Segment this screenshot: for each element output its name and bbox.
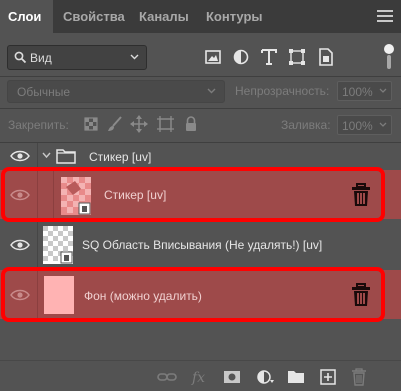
layer-row-group[interactable]: Стикер [uv] — [0, 143, 401, 169]
layers-panel: Слои Свойства Каналы Контуры Вид Обычные… — [0, 0, 401, 391]
chevron-down-icon[interactable] — [42, 152, 51, 159]
tab-layers[interactable]: Слои — [0, 0, 53, 33]
fill-label: Заливка: — [281, 118, 331, 132]
highlight-frame — [1, 167, 385, 222]
search-icon — [14, 51, 27, 64]
opacity-value: 100% — [342, 85, 373, 99]
smart-object-filter-icon[interactable] — [312, 44, 338, 70]
filter-kind-label: Вид — [30, 51, 52, 65]
chevron-down-icon — [207, 88, 216, 94]
delete-layer-icon[interactable] — [348, 367, 370, 387]
layer-name: Стикер [uv] — [89, 150, 152, 164]
panel-tab-bar: Слои Свойства Каналы Контуры — [0, 0, 401, 33]
folder-icon — [56, 149, 76, 164]
lock-transparency-icon[interactable] — [80, 113, 102, 135]
visibility-eye-icon[interactable] — [10, 238, 30, 252]
adjustment-layer-icon[interactable] — [253, 367, 275, 387]
chevron-down-icon — [130, 54, 139, 60]
opacity-label: Непрозрачность: — [235, 84, 330, 98]
tab-channels[interactable]: Каналы — [139, 0, 201, 33]
shape-filter-icon[interactable] — [284, 44, 310, 70]
layer-name: SQ Область Вписывания (Не удалять!) [uv] — [82, 238, 323, 252]
fill-input[interactable]: 100% — [337, 115, 392, 135]
lock-image-icon[interactable] — [104, 113, 126, 135]
fill-value: 100% — [342, 119, 373, 133]
panel-menu-icon[interactable] — [377, 10, 393, 22]
fx-icon[interactable]: fx — [189, 367, 211, 387]
tab-properties[interactable]: Свойства — [63, 0, 145, 33]
divider — [0, 76, 401, 77]
filter-toggle-switch[interactable] — [384, 44, 394, 70]
adjustment-filter-icon[interactable] — [228, 44, 254, 70]
lock-label: Закрепить: — [8, 118, 69, 132]
lock-all-icon[interactable] — [180, 113, 202, 135]
layers-bottom-toolbar: fx — [0, 360, 401, 391]
layer-row-sq-area[interactable]: SQ Область Вписывания (Не удалять!) [uv] — [0, 220, 401, 269]
blend-mode-select[interactable]: Обычные — [7, 80, 225, 103]
lock-artboard-icon[interactable] — [154, 113, 176, 135]
type-filter-icon[interactable] — [256, 44, 282, 70]
image-filter-icon[interactable] — [200, 44, 226, 70]
chevron-down-icon — [379, 88, 387, 93]
visibility-eye-icon[interactable] — [10, 149, 30, 163]
blend-mode-value: Обычные — [17, 85, 71, 99]
highlight-frame — [1, 267, 385, 322]
new-group-icon[interactable] — [285, 367, 307, 387]
svg-text:fx: fx — [191, 370, 205, 386]
new-layer-icon[interactable] — [317, 367, 339, 387]
add-mask-icon[interactable] — [221, 367, 243, 387]
tab-paths[interactable]: Контуры — [206, 0, 276, 33]
divider — [0, 108, 401, 109]
layer-filter-kind-select[interactable]: Вид — [7, 45, 147, 70]
opacity-input[interactable]: 100% — [337, 81, 392, 101]
link-layers-icon[interactable] — [156, 367, 178, 387]
lock-position-icon[interactable] — [128, 113, 150, 135]
chevron-down-icon — [379, 122, 387, 127]
transparent-thumbnail — [43, 226, 73, 264]
